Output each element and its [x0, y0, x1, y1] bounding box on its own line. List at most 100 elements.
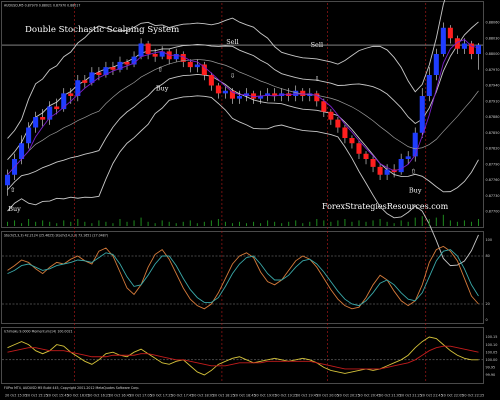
- bullish-candle-body: [194, 64, 200, 68]
- volume-bar: [274, 221, 276, 226]
- price-tick-label: 0.87940: [486, 84, 500, 88]
- buy-signal-label: Buy: [8, 205, 21, 213]
- bearish-candle-body: [370, 159, 376, 167]
- bearish-candle-body: [68, 93, 74, 96]
- volume-bar: [140, 217, 142, 226]
- terminal-footer: FXPro MT4, AUDUSD M5 Build 445, Copyrigh…: [4, 386, 139, 390]
- bearish-candle-body: [152, 54, 158, 57]
- volume-bar: [7, 221, 9, 226]
- volume-bar: [154, 223, 156, 226]
- volume-bar: [379, 219, 381, 226]
- bearish-candle-body: [124, 61, 130, 65]
- bearish-candle-body: [447, 27, 453, 39]
- bearish-candle-body: [187, 61, 193, 68]
- bullish-candle-body: [222, 90, 228, 94]
- bearish-candle-body: [215, 85, 221, 94]
- bearish-candle-body: [356, 143, 362, 154]
- volume-bar: [330, 221, 332, 226]
- bearish-candle-body: [335, 119, 341, 128]
- time-tick-label: 20 Oct 22:05: [441, 394, 463, 398]
- bearish-candle-body: [145, 43, 151, 54]
- sell-signal-label: Sell: [226, 38, 238, 46]
- volume-bar: [456, 221, 458, 226]
- bearish-candle-body: [96, 72, 102, 75]
- bearish-candle-body: [54, 106, 60, 110]
- volume-bar: [119, 219, 121, 226]
- volume-bar: [91, 223, 93, 226]
- volume-bar: [98, 220, 100, 226]
- time-tick-label: 20 Oct 15:45: [47, 394, 69, 398]
- buy-arrow-icon: ⇧: [157, 65, 162, 73]
- time-tick-label: 20 Oct 19:45: [296, 394, 318, 398]
- volume-bar: [428, 219, 430, 226]
- price-tick-label: 0.87760: [486, 178, 500, 182]
- volume-bar: [435, 217, 437, 226]
- momentum-tick-label: 99.95: [486, 366, 496, 370]
- bearish-candle-body: [342, 127, 348, 138]
- time-tick-label: 20 Oct 18:05: [192, 394, 214, 398]
- buy-arrow-icon: ⇧: [410, 168, 415, 176]
- bullish-candle-body: [433, 54, 439, 75]
- buy-arrow-icon: ⇧: [10, 186, 15, 194]
- bearish-candle-body: [321, 101, 327, 112]
- volume-bar: [372, 220, 374, 226]
- momentum-tick-label: 100.15: [486, 335, 498, 339]
- volume-bar: [105, 221, 107, 226]
- volume-bar: [246, 223, 248, 226]
- price-tick-label: 0.87700: [486, 210, 500, 214]
- bullish-candle-body: [419, 96, 425, 133]
- trading-chart: AUDUSD,M5 0.87970 0.88021 0.87970 0.8801…: [0, 0, 500, 400]
- volume-bar: [112, 223, 114, 226]
- bearish-candle-body: [208, 75, 214, 86]
- volume-bar: [196, 223, 198, 226]
- volume-bar: [309, 221, 311, 226]
- momentum-tick-label: 100.00: [486, 358, 498, 362]
- bearish-candle-body: [377, 166, 383, 175]
- volume-bar: [477, 219, 479, 226]
- volume-bar: [203, 221, 205, 226]
- time-tick-label: 20 Oct 15:25: [26, 394, 48, 398]
- price-tick-label: 0.87850: [486, 131, 500, 135]
- momentum-tick-label: 100.05: [486, 350, 498, 354]
- volume-bar: [77, 219, 79, 226]
- bullish-candle-body: [384, 169, 390, 175]
- volume-bar: [84, 221, 86, 226]
- time-tick-label: 20 Oct 22:25: [462, 394, 484, 398]
- volume-bar: [182, 221, 184, 226]
- volume-bar: [70, 221, 72, 226]
- stochastic-tick-label: 100: [486, 238, 492, 242]
- bearish-candle-body: [363, 153, 369, 159]
- volume-bar: [295, 220, 297, 226]
- volume-bar: [49, 221, 51, 226]
- price-tick-label: 0.88000: [486, 52, 500, 56]
- bearish-candle-body: [110, 67, 116, 70]
- volume-bar: [42, 220, 44, 226]
- bullish-candle-body: [236, 96, 243, 99]
- volume-bar: [210, 220, 212, 226]
- time-tick-label: 20 Oct 19:25: [275, 394, 297, 398]
- bullish-candle-body: [33, 117, 39, 128]
- bullish-candle-body: [173, 54, 179, 60]
- stochastic-tick-label: 80: [486, 254, 490, 258]
- bullish-candle-body: [293, 90, 299, 96]
- time-tick-label: 20 Oct 16:05: [67, 394, 89, 398]
- price-tick-label: 0.88060: [486, 21, 500, 25]
- volume-bar: [358, 220, 360, 226]
- volume-bar: [386, 221, 388, 226]
- momentum-tick-label: 100.10: [486, 343, 498, 347]
- time-tick-label: 20 Oct 20:05: [317, 394, 339, 398]
- bearish-candle-body: [82, 80, 88, 83]
- time-tick-label: 20 Oct 21:45: [421, 394, 443, 398]
- volume-bar: [288, 221, 290, 226]
- volume-bar: [463, 220, 465, 226]
- sell-arrow-icon: ⇩: [314, 75, 319, 83]
- time-tick-label: 20 Oct 18:45: [234, 394, 256, 398]
- volume-bar: [449, 220, 451, 226]
- bearish-candle-body: [300, 90, 306, 96]
- volume-bar: [470, 221, 472, 226]
- volume-bar: [168, 221, 170, 226]
- volume-bar: [189, 220, 191, 226]
- bullish-candle-body: [4, 174, 11, 186]
- time-tick-label: 20 Oct 21:25: [400, 394, 422, 398]
- volume-bar: [323, 220, 325, 226]
